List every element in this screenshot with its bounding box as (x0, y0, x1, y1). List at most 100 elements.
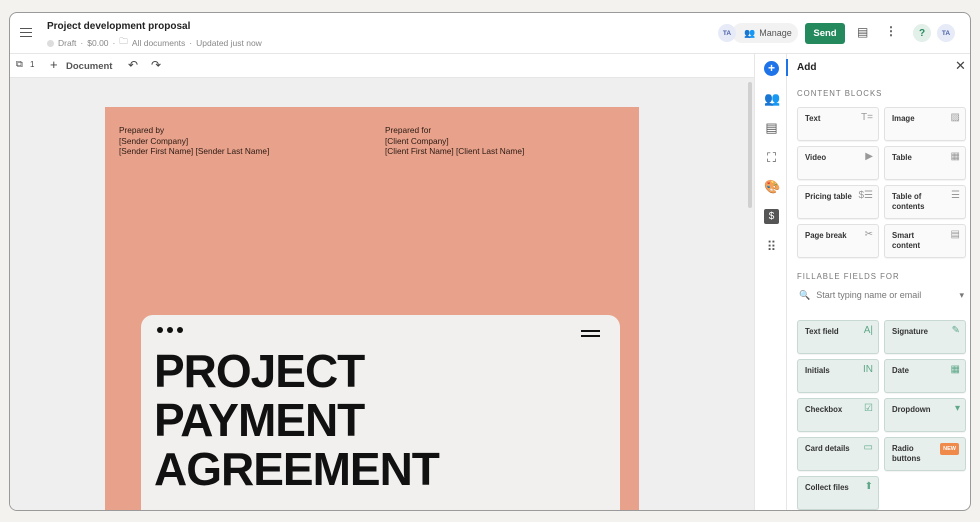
document-canvas: Prepared by [Sender Company] [Sender First… (10, 78, 754, 510)
block-label: Table of contents (892, 192, 925, 211)
recipient-search[interactable]: 🔍 Start typing name or email ▾ (799, 290, 964, 301)
layout-icon[interactable]: ▤ (764, 120, 779, 135)
block-label: Text (805, 114, 821, 123)
page-count: 1 (30, 60, 35, 69)
page-break-icon: ✂ (864, 229, 873, 240)
content-blocks-label: CONTENT BLOCKS (797, 89, 883, 98)
block-table[interactable]: Table ▦ (884, 146, 966, 180)
field-card-details[interactable]: Card details ▭ (797, 437, 879, 471)
initials-icon: IN (863, 364, 873, 375)
redo-icon[interactable]: ↷ (151, 58, 161, 72)
field-radio-buttons[interactable]: Radio buttons NEW (884, 437, 966, 471)
text-field-icon: A| (863, 325, 873, 336)
panel-title: Add (797, 62, 817, 73)
avatar[interactable]: TA (718, 24, 736, 42)
document-title[interactable]: Project development proposal (47, 21, 190, 32)
pages-icon[interactable]: ⧉ (16, 59, 23, 70)
user-avatar[interactable]: TA (937, 24, 955, 42)
undo-icon[interactable]: ↶ (128, 58, 138, 72)
manage-button[interactable]: 👥 Manage (732, 23, 798, 43)
field-text-field[interactable]: Text field A| (797, 320, 879, 354)
more-icon[interactable]: ⋮ (885, 24, 897, 38)
smart-content-icon: ▤ (950, 229, 960, 240)
pricing-table-icon: $☰ (858, 190, 873, 201)
block-label: Page break (805, 231, 847, 240)
cover-card: PROJECT PAYMENT AGREEMENT (141, 315, 620, 510)
document-page: Prepared by [Sender Company] [Sender First… (105, 107, 639, 510)
block-page-break[interactable]: Page break ✂ (797, 224, 879, 258)
palette-icon[interactable]: 🎨 (764, 179, 780, 194)
block-label: Video (805, 153, 827, 162)
add-document-button[interactable]: Document (66, 61, 112, 72)
prepared-for[interactable]: Prepared for [Client Company] [Client Firs… (385, 125, 524, 157)
search-icon: 🔍 (799, 290, 811, 300)
image-icon: ▨ (950, 112, 960, 123)
side-rail: + 👥 ▤ ⛶ 🎨 $ ⠿ (754, 54, 788, 510)
headline[interactable]: PROJECT PAYMENT AGREEMENT (154, 347, 440, 494)
block-label: Pricing table (805, 192, 852, 201)
add-panel: Add ✕ CONTENT BLOCKS Text T= Image ▨ Video ▶ T… (787, 54, 970, 510)
field-initials[interactable]: Initials IN (797, 359, 879, 393)
block-table-of-contents[interactable]: Table of contents ☰ (884, 185, 966, 219)
block-label: Card details (805, 444, 850, 453)
dropdown-icon: ▾ (954, 403, 960, 414)
apps-icon[interactable]: ⠿ (764, 239, 779, 254)
block-label: Radio buttons (892, 444, 921, 463)
block-label: Date (892, 366, 909, 375)
block-label: Dropdown (892, 405, 931, 414)
signature-icon: ✎ (951, 325, 960, 336)
block-smart-content[interactable]: Smart content ▤ (884, 224, 966, 258)
block-label: Collect files (805, 483, 849, 492)
card-details-icon: ▭ (863, 442, 873, 453)
table-icon: ▦ (950, 151, 960, 162)
block-label: Text field (805, 327, 839, 336)
dots-icon (157, 327, 183, 333)
help-button[interactable]: ? (913, 24, 931, 42)
close-icon[interactable]: ✕ (955, 58, 966, 74)
add-icon[interactable]: + (764, 61, 779, 76)
field-collect-files[interactable]: Collect files ⬆ (797, 476, 879, 510)
block-pricing-table[interactable]: Pricing table $☰ (797, 185, 879, 219)
recipients-icon[interactable]: 👥 (764, 91, 780, 106)
comment-icon[interactable]: ▤ (857, 25, 868, 39)
menu-icon[interactable] (20, 28, 32, 37)
chevron-down-icon[interactable]: ▾ (959, 290, 964, 301)
fillable-fields-label: FILLABLE FIELDS FOR (797, 272, 900, 281)
block-label: Image (892, 114, 915, 123)
block-label: Signature (892, 327, 928, 336)
video-icon: ▶ (865, 151, 873, 162)
new-badge: NEW (940, 443, 959, 455)
collect-files-icon: ⬆ (864, 481, 873, 492)
block-text[interactable]: Text T= (797, 107, 879, 141)
field-date[interactable]: Date ▦ (884, 359, 966, 393)
plus-icon: + (50, 57, 58, 72)
embed-icon[interactable]: ⛶ (764, 150, 779, 165)
send-button[interactable]: Send (805, 23, 845, 44)
block-label: Smart content (892, 231, 921, 250)
date-icon: ▦ (950, 364, 960, 375)
pricing-icon[interactable]: $ (764, 209, 779, 224)
header: Project development proposal Draft · $0.0… (10, 13, 970, 54)
text-icon: T= (861, 112, 873, 123)
block-label: Table (892, 153, 912, 162)
updated: Updated just now (196, 38, 262, 48)
field-checkbox[interactable]: Checkbox ☑ (797, 398, 879, 432)
scrollbar[interactable] (748, 82, 752, 208)
status-dot-icon (47, 39, 54, 47)
block-video[interactable]: Video ▶ (797, 146, 879, 180)
block-image[interactable]: Image ▨ (884, 107, 966, 141)
prepared-by[interactable]: Prepared by [Sender Company] [Sender First… (119, 125, 269, 157)
document-meta: Draft · $0.00 · 🗀 All documents · Updated j… (47, 36, 262, 50)
table-of-contents-icon: ☰ (951, 190, 960, 201)
app-window: Project development proposal Draft · $0.0… (9, 12, 971, 511)
block-label: Initials (805, 366, 830, 375)
folder-link[interactable]: All documents (132, 38, 185, 48)
toolbar: ⧉ 1 + Document ↶ ↷ (10, 54, 754, 78)
checkbox-icon: ☑ (864, 403, 873, 414)
field-signature[interactable]: Signature ✎ (884, 320, 966, 354)
folder-icon: 🗀 (119, 36, 128, 46)
field-dropdown[interactable]: Dropdown ▾ (884, 398, 966, 432)
block-label: Checkbox (805, 405, 843, 414)
hamburger-icon (581, 330, 600, 337)
amount: $0.00 (87, 38, 109, 48)
